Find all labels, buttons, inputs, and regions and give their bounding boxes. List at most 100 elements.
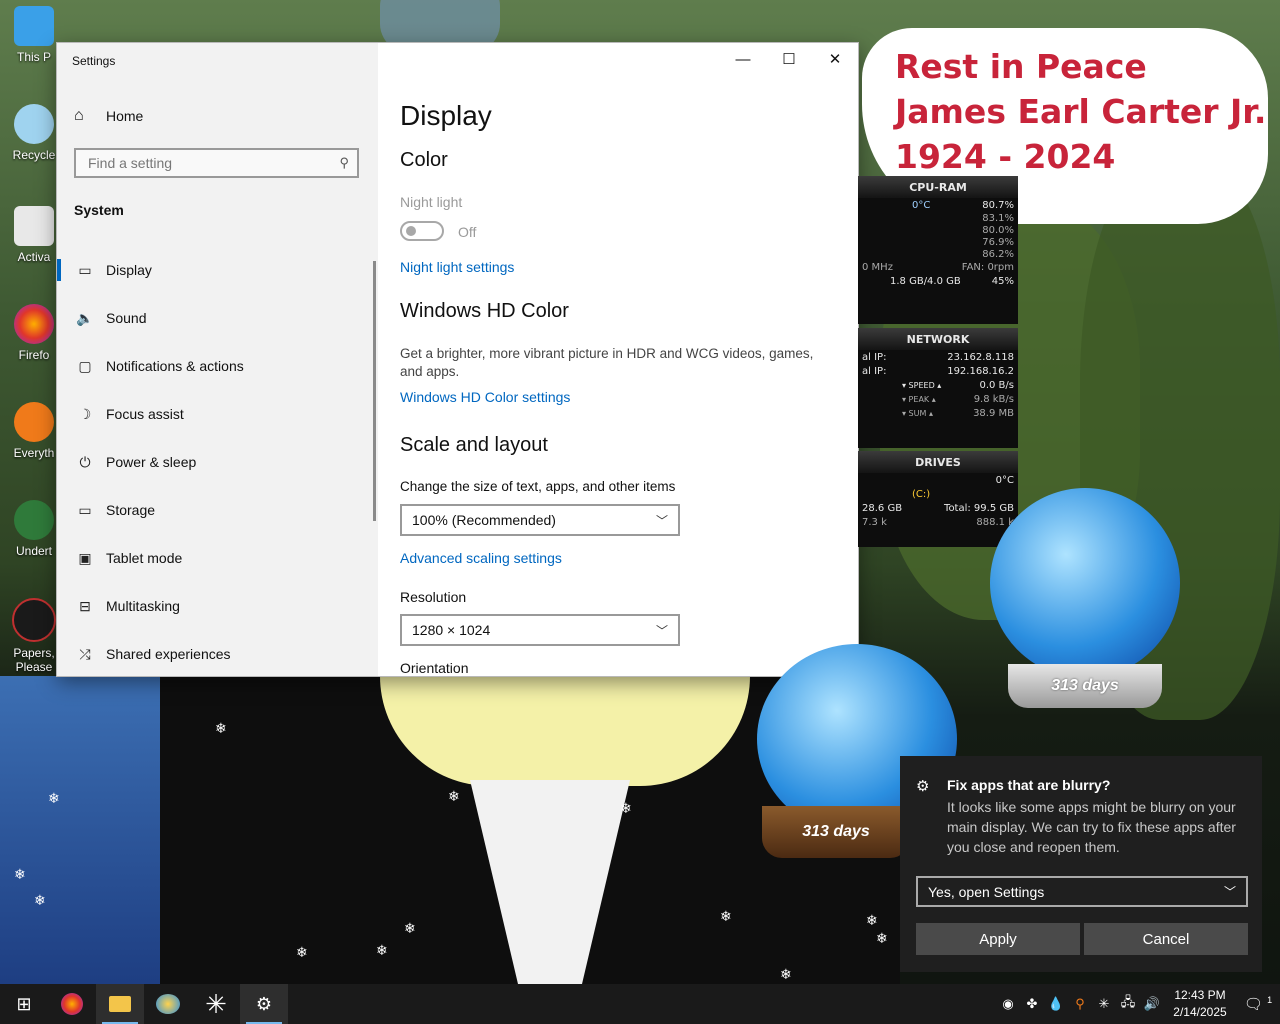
windows-logo-icon: ⊞ — [16, 993, 32, 1014]
action-center-button[interactable]: 🗨 1 — [1236, 995, 1280, 1013]
network-gadget[interactable]: NETWORK al IP: 23.162.8.118 al IP: 192.168… — [858, 328, 1018, 448]
scale-dropdown[interactable]: 100% (Recommended) ﹀ — [400, 504, 680, 536]
taskbar: ⊞ ✳ ⚙ ◉ ✤ 💧 ⚲ ✳ 🖧 🔊 12:43 PM 2/14/2025 🗨… — [0, 984, 1280, 1024]
orientation-label: Orientation — [400, 660, 469, 676]
volume-icon[interactable]: 🔊 — [1140, 996, 1164, 1012]
night-light-settings-link[interactable]: Night light settings — [400, 259, 514, 275]
sidebar-item-storage[interactable]: ▭ Storage — [57, 486, 378, 534]
taskbar-asterisk-app[interactable]: ✳ — [192, 984, 240, 1024]
hd-color-header: Windows HD Color — [400, 300, 569, 322]
cancel-button[interactable]: Cancel — [1084, 923, 1248, 955]
share-icon: ⤮ — [79, 645, 91, 662]
sidebar-item-focus-assist[interactable]: ☽ Focus assist — [57, 390, 378, 438]
gear-icon: ⚙ — [916, 778, 930, 795]
maximize-button[interactable]: ☐ — [766, 43, 812, 75]
notification-body: It looks like some apps might be blurry … — [947, 799, 1236, 855]
gadget-title: DRIVES — [858, 451, 1018, 473]
multitasking-icon: ⊟ — [79, 597, 91, 614]
scale-layout-header: Scale and layout — [400, 434, 548, 456]
desktop-icon-this-pc[interactable]: This P — [6, 6, 62, 64]
home-icon: ⌂ — [74, 107, 84, 124]
home-label: Home — [106, 108, 144, 124]
speaker-icon: 🔈 — [76, 309, 94, 326]
window-title: Settings — [72, 54, 116, 68]
taskbar-people-app[interactable] — [144, 984, 192, 1024]
taskbar-firefox[interactable] — [48, 984, 96, 1024]
close-button[interactable]: ✕ — [812, 43, 858, 75]
blurry-apps-notification[interactable]: ⚙ Fix apps that are blurry? It looks lik… — [900, 756, 1262, 972]
hd-color-settings-link[interactable]: Windows HD Color settings — [400, 389, 570, 405]
poster-face — [380, 676, 750, 786]
desktop-icon-recycle-bin[interactable]: Recycle — [6, 104, 62, 162]
sidebar-item-notifications[interactable]: ▢ Notifications & actions — [57, 342, 378, 390]
storage-icon: ▭ — [78, 501, 92, 518]
hd-color-description: Get a brighter, more vibrant picture in … — [400, 346, 814, 379]
settings-sidebar: Settings ⌂ Home ⚲ System ▭ Display 🔈 Sou… — [57, 43, 378, 676]
sidebar-item-label: Focus assist — [106, 406, 184, 422]
night-light-toggle[interactable] — [400, 221, 444, 241]
sidebar-item-label: Display — [106, 262, 152, 278]
home-nav-item[interactable]: ⌂ Home — [74, 107, 143, 125]
tablet-icon: ▣ — [78, 549, 92, 566]
poster-blue-area — [0, 676, 160, 984]
page-title: Display — [400, 100, 492, 131]
desktop-icon-firefox[interactable]: Firefo — [6, 304, 62, 362]
system-tray: ◉ ✤ 💧 ⚲ ✳ 🖧 🔊 12:43 PM 2/14/2025 🗨 1 — [996, 984, 1280, 1024]
desktop-icon-everything[interactable]: Everyth — [6, 402, 62, 460]
document-icon — [14, 206, 54, 246]
clock[interactable]: 12:43 PM 2/14/2025 — [1164, 987, 1236, 1021]
network-icon[interactable]: 🖧 — [1116, 993, 1140, 1015]
sidebar-item-tablet-mode[interactable]: ▣ Tablet mode — [57, 534, 378, 582]
chevron-down-icon: ﹀ — [655, 513, 668, 528]
resolution-value: 1280 × 1024 — [412, 622, 491, 638]
tray-asterisk-icon[interactable]: ✳ — [1092, 996, 1116, 1012]
desktop-icon-papers-please[interactable]: Papers, Please — [6, 598, 62, 674]
gadget-title: NETWORK — [858, 328, 1018, 350]
clock-time: 12:43 PM — [1174, 988, 1226, 1002]
snow-globe-right-base: 313 days — [1008, 664, 1162, 708]
taskbar-file-explorer[interactable] — [96, 984, 144, 1024]
firefox-icon — [61, 993, 83, 1015]
gear-icon: ⚙ — [255, 993, 273, 1014]
sidebar-item-sound[interactable]: 🔈 Sound — [57, 294, 378, 342]
sidebar-item-label: Notifications & actions — [106, 358, 244, 374]
power-icon: ⏻ — [79, 453, 91, 470]
minimize-button[interactable]: — — [720, 43, 766, 75]
sidebar-item-label: Power & sleep — [106, 454, 197, 470]
tray-search-icon[interactable]: ⚲ — [1068, 996, 1092, 1012]
moon-icon: ☽ — [78, 405, 92, 422]
tray-people-icon[interactable]: ✤ — [1020, 996, 1044, 1012]
sidebar-item-label: Sound — [106, 310, 147, 326]
resolution-dropdown[interactable]: 1280 × 1024 ﹀ — [400, 614, 680, 646]
sidebar-item-power-sleep[interactable]: ⏻ Power & sleep — [57, 438, 378, 486]
sidebar-item-multitasking[interactable]: ⊟ Multitasking — [57, 582, 378, 630]
start-button[interactable]: ⊞ — [0, 984, 48, 1024]
notification-action-select[interactable]: Yes, open Settings ﹀ — [916, 876, 1248, 907]
chevron-down-icon: ﹀ — [655, 623, 668, 638]
sidebar-item-display[interactable]: ▭ Display — [57, 246, 378, 294]
tray-drop-icon[interactable]: 💧 — [1044, 996, 1068, 1012]
night-light-state: Off — [458, 224, 477, 240]
apply-button[interactable]: Apply — [916, 923, 1080, 955]
search-box[interactable]: ⚲ — [74, 148, 359, 178]
window-controls: — ☐ ✕ — [720, 43, 858, 75]
advanced-scaling-link[interactable]: Advanced scaling settings — [400, 550, 562, 566]
desktop-icon-undertale[interactable]: Undert — [6, 500, 62, 558]
drives-gadget[interactable]: DRIVES 0°C (C:) 28.6 GB Total: 99.5 GB 7.… — [858, 451, 1018, 547]
notification-icon: 🗨 — [1243, 996, 1263, 1013]
snow-globe-right — [990, 488, 1180, 678]
selected-option: Yes, open Settings — [928, 883, 1045, 900]
computer-icon — [14, 6, 54, 46]
tray-app-icon[interactable]: ◉ — [996, 996, 1020, 1012]
search-input[interactable] — [86, 154, 340, 172]
desktop-icon-activate[interactable]: Activa — [6, 206, 62, 264]
settings-window[interactable]: Settings ⌂ Home ⚲ System ▭ Display 🔈 Sou… — [57, 43, 858, 676]
sidebar-item-shared-experiences[interactable]: ⤮ Shared experiences — [57, 630, 378, 676]
gadget-title: CPU-RAM — [858, 176, 1018, 198]
message-icon: ▢ — [78, 357, 92, 374]
scale-label: Change the size of text, apps, and other… — [400, 479, 676, 494]
taskbar-settings[interactable]: ⚙ — [240, 984, 288, 1024]
cpu-ram-gadget[interactable]: CPU-RAM 0°C 80.7% 83.1% 80.0% 76.9% 86.2%… — [858, 176, 1018, 324]
sidebar-scrollbar[interactable] — [373, 261, 376, 521]
clock-date: 2/14/2025 — [1173, 1005, 1227, 1019]
